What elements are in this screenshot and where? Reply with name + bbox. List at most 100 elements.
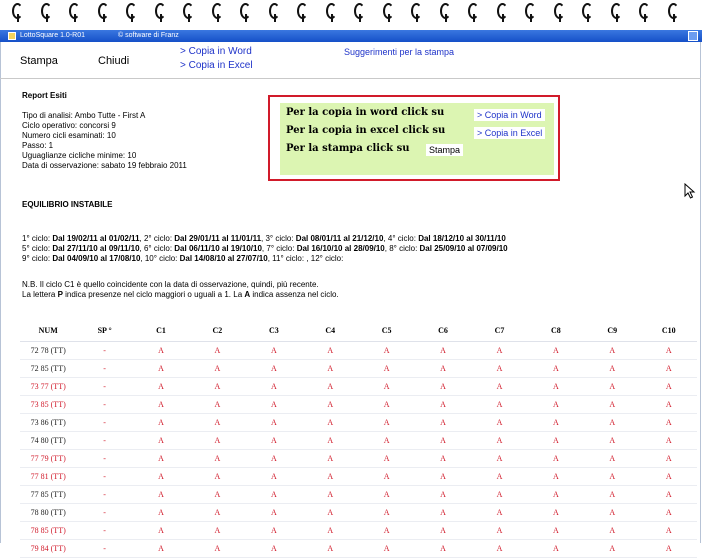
callout-print-text: Per la stampa click su — [286, 143, 410, 154]
mouse-pointer-icon — [684, 183, 696, 199]
cycle-cell: A — [302, 521, 359, 540]
report-info-line: Ciclo operativo: concorsi 9 — [22, 121, 116, 130]
callout-copy-excel-button[interactable]: > Copia in Excel — [474, 127, 546, 139]
cycle-cell: - — [76, 503, 133, 522]
cycle-cell: - — [76, 395, 133, 414]
copy-excel-link[interactable]: > Copia in Excel — [180, 60, 253, 71]
text-fragment: , 8° ciclo: — [384, 244, 420, 253]
spiral-ring-icon — [325, 3, 337, 22]
cycle-cell: A — [584, 413, 641, 432]
cycle-cell: A — [414, 449, 472, 468]
table-row: 79 84 (TT) - A A A A A A A A A A — [20, 539, 697, 558]
column-header: C10 — [640, 319, 697, 342]
table-row: 78 80 (TT) - A A A A A A A A A A — [20, 503, 697, 522]
num-cell: 77 85 (TT) — [20, 485, 77, 504]
column-header: C7 — [471, 319, 528, 342]
cycle-cell: A — [189, 359, 246, 378]
cycle-cell: A — [358, 431, 415, 450]
text-fragment: , 6° ciclo: — [139, 244, 175, 253]
cycle-cell: A — [527, 413, 585, 432]
cycle-cell: A — [414, 539, 472, 558]
spiral-ring-icon — [154, 3, 166, 22]
column-header: NUM — [20, 319, 77, 342]
column-header: SP ° — [76, 319, 133, 342]
num-cell: 73 77 (TT) — [20, 377, 77, 396]
note-line: La lettera P indica presenze nel ciclo m… — [22, 290, 339, 300]
cycle-cell: A — [302, 341, 359, 360]
cycle-cell: A — [358, 395, 415, 414]
cycle-cell: A — [471, 359, 528, 378]
text-fragment: 1° ciclo: — [22, 234, 53, 243]
cycle-cell: A — [245, 413, 303, 432]
num-cell: 73 85 (TT) — [20, 395, 77, 414]
cycle-cell: A — [132, 539, 190, 558]
report-info-line: Data di osservazione: sabato 19 febbraio… — [22, 161, 187, 170]
notes: N.B. Il ciclo C1 è quello coincidente co… — [22, 280, 339, 300]
column-header: C9 — [584, 319, 641, 342]
cycle-cell: A — [584, 539, 641, 558]
cycle-cell: A — [132, 521, 190, 540]
cycle-cell: A — [527, 503, 585, 522]
table-row: 74 80 (TT) - A A A A A A A A A A — [20, 431, 697, 450]
column-header: C6 — [414, 319, 472, 342]
cycle-cell: A — [414, 521, 472, 540]
cycle-cell: A — [471, 521, 528, 540]
cycle-cell: A — [640, 503, 697, 522]
callout-copy-word-button[interactable]: > Copia in Word — [474, 109, 545, 121]
window-title: LottoSquare 1.0-R01 — [20, 32, 85, 39]
spiral-ring-icon — [126, 3, 137, 22]
column-header: C8 — [527, 319, 585, 342]
cycle-cell: A — [584, 449, 641, 468]
equilibrio-heading: EQUILIBRIO INSTABILE — [22, 200, 113, 209]
cycle-cell: A — [640, 467, 697, 486]
column-header: C3 — [245, 319, 303, 342]
cycle-cell: A — [302, 467, 359, 486]
column-header: C2 — [189, 319, 246, 342]
cycle-cell: A — [414, 341, 472, 360]
cycle-cell: A — [584, 395, 641, 414]
cycle-cell: A — [189, 377, 246, 396]
cycle-cell: A — [302, 539, 359, 558]
cycle-cell: A — [189, 503, 246, 522]
spiral-ring-icon — [468, 3, 479, 22]
stampa-button[interactable]: Stampa — [20, 55, 58, 67]
cycle-cell: - — [76, 521, 133, 540]
cycle-cell: A — [245, 377, 303, 396]
cycle-cell: A — [527, 431, 585, 450]
chiudi-button[interactable]: Chiudi — [98, 55, 129, 67]
print-suggestions-link[interactable]: Suggerimenti per la stampa — [344, 47, 454, 57]
cycle-cell: A — [414, 377, 472, 396]
spiral-ring-icon — [69, 3, 80, 22]
cycle-cell: A — [245, 485, 303, 504]
spiral-ring-icon — [610, 3, 622, 22]
table-row: 77 85 (TT) - A A A A A A A A A A — [20, 485, 697, 504]
cycles-line: 1° ciclo: Dal 19/02/11 al 01/02/11, 2° c… — [22, 234, 508, 244]
cycle-cell: A — [414, 359, 472, 378]
cycle-cell: A — [414, 413, 472, 432]
cycles-line: 5° ciclo: Dal 27/11/10 al 09/11/10, 6° c… — [22, 244, 508, 254]
cycle-cell: A — [640, 395, 697, 414]
restore-window-icon[interactable] — [688, 31, 698, 41]
cycle-cell: A — [245, 539, 303, 558]
copy-word-link[interactable]: > Copia in Word — [180, 46, 252, 57]
cycle-cell: A — [414, 485, 472, 504]
cycles-list: 1° ciclo: Dal 19/02/11 al 01/02/11, 2° c… — [22, 234, 508, 264]
cycle-cell: A — [189, 539, 246, 558]
spiral-binding — [0, 0, 702, 30]
cycle-cell: A — [358, 449, 415, 468]
callout-stampa-button[interactable]: Stampa — [426, 144, 464, 156]
spiral-ring-icon — [525, 3, 536, 22]
cycle-cell: A — [584, 467, 641, 486]
cycle-cell: A — [471, 377, 528, 396]
cycle-cell: A — [471, 503, 528, 522]
cycle-cell: A — [640, 377, 697, 396]
report-info-line: Tipo di analisi: Ambo Tutte - First A — [22, 111, 146, 120]
text-fragment: , 4° ciclo: — [383, 234, 419, 243]
cycle-cell: A — [358, 377, 415, 396]
num-cell: 72 78 (TT) — [20, 341, 77, 360]
cycle-cell: A — [527, 359, 585, 378]
table-row: 78 85 (TT) - A A A A A A A A A A — [20, 521, 697, 540]
cycle-cell: A — [358, 359, 415, 378]
report-title: Report Esiti — [22, 91, 67, 100]
cycle-cell: A — [358, 521, 415, 540]
